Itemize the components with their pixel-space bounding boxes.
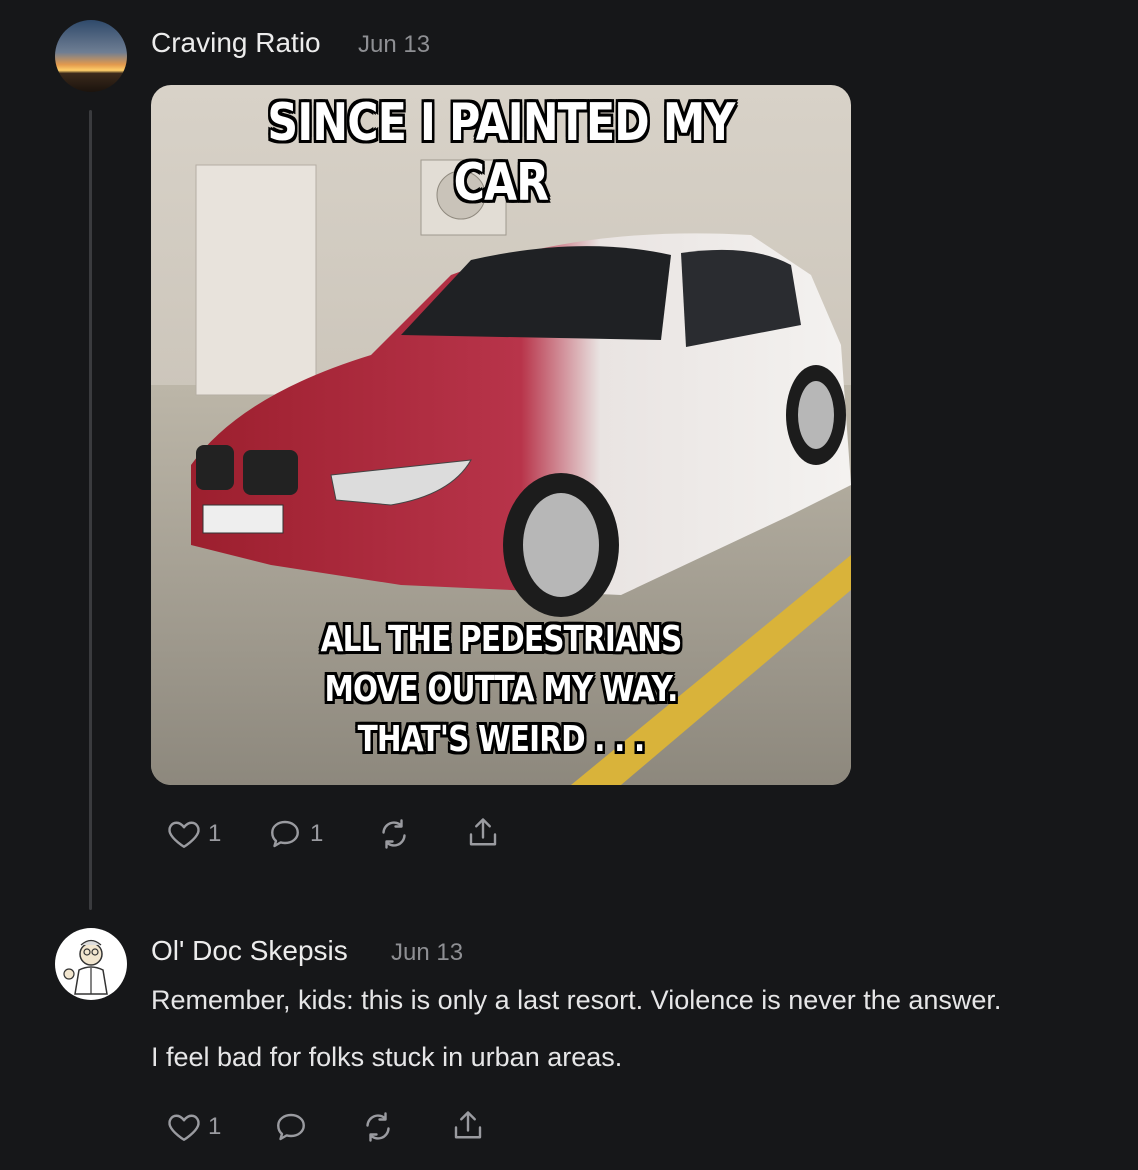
reply-like-button[interactable]: 1 [166, 1109, 221, 1145]
share-icon [469, 818, 497, 846]
comment-icon [271, 820, 299, 848]
post-author-avatar[interactable] [55, 20, 127, 92]
meme-image[interactable]: SINCE I PAINTED MY CAR ALL THE PEDESTRIA… [151, 85, 851, 785]
share-icon [454, 1111, 482, 1139]
meme-bottom-line: THAT'S WEIRD . . . [357, 719, 646, 760]
post-author-name[interactable]: Craving Ratio [151, 27, 321, 59]
heart-icon [168, 1114, 200, 1141]
meme-bottom-caption: ALL THE PEDESTRIANS MOVE OUTTA MY WAY. T… [214, 615, 788, 765]
restack-icon [366, 1112, 390, 1142]
comment-count: 1 [310, 820, 324, 847]
restack-button[interactable] [376, 816, 412, 852]
comment-button[interactable]: 1 [266, 816, 323, 852]
reply-author-name[interactable]: Ol' Doc Skepsis [151, 935, 348, 967]
post-date[interactable]: Jun 13 [358, 31, 430, 59]
share-button[interactable] [465, 814, 501, 852]
like-count: 1 [208, 820, 222, 847]
reply-restack-button[interactable] [360, 1109, 396, 1145]
restack-icon [382, 819, 406, 849]
thread-line [89, 110, 92, 910]
comment-icon [277, 1113, 305, 1141]
reply-share-button[interactable] [450, 1107, 486, 1145]
reply-paragraph: Remember, kids: this is only a last reso… [151, 985, 1002, 1015]
reply-comment-button[interactable] [272, 1109, 310, 1145]
heart-icon [168, 821, 200, 848]
reply-author-avatar[interactable] [55, 928, 127, 1000]
reply-like-count: 1 [208, 1113, 222, 1140]
meme-bottom-line: ALL THE PEDESTRIANS [320, 619, 683, 660]
reply-date[interactable]: Jun 13 [391, 939, 463, 967]
like-button[interactable]: 1 [166, 816, 221, 852]
meme-top-caption: SINCE I PAINTED MY CAR [267, 93, 735, 213]
meme-bottom-line: MOVE OUTTA MY WAY. [324, 669, 678, 710]
reply-paragraph: I feel bad for folks stuck in urban area… [151, 1042, 623, 1072]
